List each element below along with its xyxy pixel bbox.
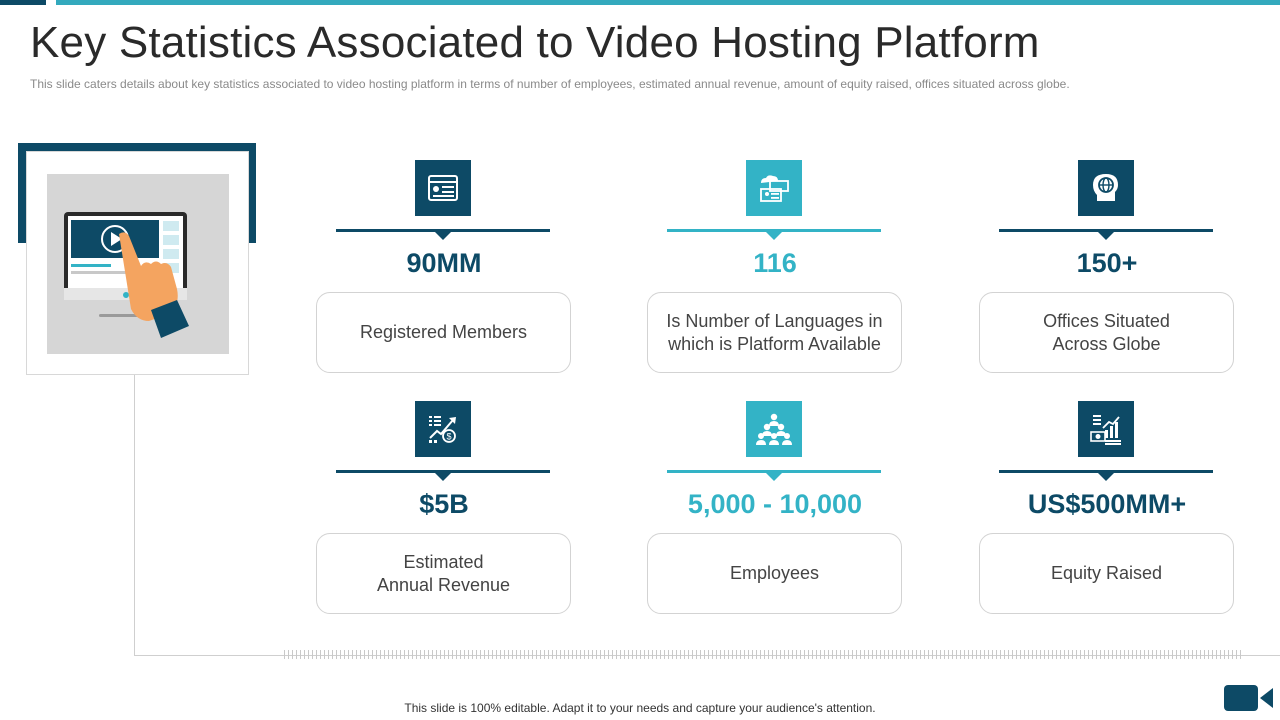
svg-text:$: $	[446, 432, 451, 442]
stat-card-registered-members: 90MM Registered Members	[316, 160, 572, 374]
footer-note: This slide is 100% editable. Adapt it to…	[404, 701, 876, 715]
stat-value: 5,000 - 10,000	[687, 489, 863, 519]
slide-subtitle: This slide caters details about key stat…	[30, 77, 1070, 91]
stat-label: Estimated Annual Revenue	[316, 533, 571, 614]
stat-card-offices: 150+ Offices Situated Across Globe	[979, 160, 1235, 374]
stat-pointer	[1098, 232, 1114, 240]
stat-label: Is Number of Languages in which is Platf…	[647, 292, 902, 373]
stat-pointer	[435, 232, 451, 240]
stat-value: $5B	[419, 489, 469, 519]
stat-label: Registered Members	[316, 292, 571, 373]
website-icon	[415, 160, 471, 216]
team-icon	[746, 401, 802, 457]
stat-value: 90MM	[406, 248, 482, 278]
video-camera-icon	[1224, 684, 1274, 712]
stat-pointer	[766, 232, 782, 240]
dashed-divider	[284, 650, 1242, 659]
slide-title: Key Statistics Associated to Video Hosti…	[30, 18, 1040, 67]
top-accent-bar-teal	[56, 0, 1280, 5]
stat-pointer	[435, 473, 451, 481]
stat-card-languages: 116 Is Number of Languages in which is P…	[647, 160, 903, 374]
stat-label: Equity Raised	[979, 533, 1234, 614]
stat-card-equity: US$500MM+ Equity Raised	[979, 401, 1235, 615]
stat-card-revenue: $ $5B Estimated Annual Revenue	[316, 401, 572, 615]
stat-label: Offices Situated Across Globe	[979, 292, 1234, 373]
stat-value: US$500MM+	[1027, 489, 1187, 519]
stat-pointer	[766, 473, 782, 481]
video-player-illustration	[47, 174, 229, 354]
globe-head-icon	[1078, 160, 1134, 216]
profile-cards-icon	[746, 160, 802, 216]
top-accent-bar-dark	[0, 0, 46, 5]
guide-line-vertical	[134, 375, 135, 656]
stat-value: 116	[753, 248, 797, 278]
stat-label: Employees	[647, 533, 902, 614]
stat-card-employees: 5,000 - 10,000 Employees	[647, 401, 903, 615]
stat-pointer	[1098, 473, 1114, 481]
revenue-growth-icon: $	[415, 401, 471, 457]
stat-value: 150+	[1076, 248, 1138, 278]
money-growth-icon	[1078, 401, 1134, 457]
